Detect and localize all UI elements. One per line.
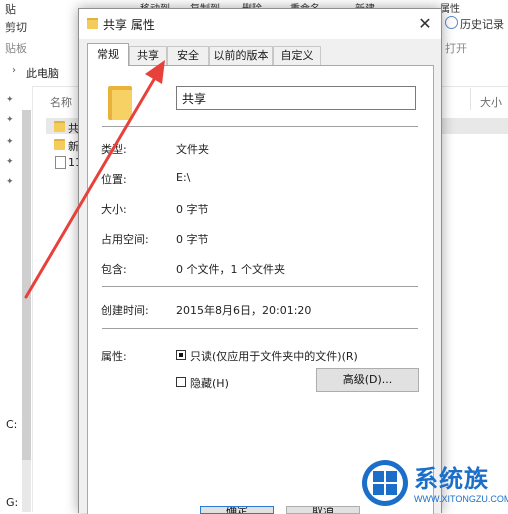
tab-general[interactable]: 常规 bbox=[87, 43, 129, 66]
windows-logo-icon bbox=[362, 460, 408, 506]
ok-button[interactable]: 确定 bbox=[200, 506, 274, 514]
hidden-label[interactable]: 隐藏(H) bbox=[190, 375, 229, 391]
chevron-right-icon: › bbox=[12, 65, 16, 76]
attributes-label: 属性: bbox=[101, 350, 127, 363]
divider bbox=[102, 286, 418, 287]
folder-icon bbox=[108, 86, 132, 120]
pin-icon: ✦ bbox=[6, 157, 14, 167]
tab-security[interactable]: 安全 bbox=[167, 46, 209, 65]
created-label: 创建时间: bbox=[101, 304, 149, 317]
site-watermark: 系统族 WWW.XITONGZU.COM bbox=[356, 454, 508, 512]
type-label: 类型: bbox=[101, 143, 127, 156]
ribbon-open-group: 打开 bbox=[445, 42, 467, 55]
size-on-disk-label: 占用空间: bbox=[101, 233, 149, 246]
folder-icon bbox=[54, 139, 65, 150]
pin-icon: ✦ bbox=[6, 95, 14, 105]
size-label: 大小: bbox=[101, 203, 127, 216]
nav-scrollbar-thumb[interactable] bbox=[22, 110, 31, 460]
watermark-url: WWW.XITONGZU.COM bbox=[414, 494, 508, 504]
advanced-button[interactable]: 高级(D)... bbox=[316, 368, 419, 392]
pin-icon: ✦ bbox=[6, 115, 14, 125]
size-value: 0 字节 bbox=[176, 203, 209, 216]
folder-name-input[interactable] bbox=[176, 86, 416, 110]
drive-c-label[interactable]: C: bbox=[6, 418, 17, 431]
location-label: 位置: bbox=[101, 173, 127, 186]
location-value: E:\ bbox=[176, 171, 191, 184]
created-value: 2015年8月6日，20:01:20 bbox=[176, 304, 312, 317]
ribbon-history[interactable]: 历史记录 bbox=[460, 16, 504, 32]
divider bbox=[102, 328, 418, 329]
close-icon[interactable]: ✕ bbox=[413, 12, 437, 36]
tab-strip: 常规 共享 安全 以前的版本 自定义 bbox=[87, 43, 435, 66]
contains-value: 0 个文件，1 个文件夹 bbox=[176, 263, 285, 276]
ribbon-clipboard-group: 贴板 bbox=[5, 42, 27, 55]
folder-icon bbox=[87, 18, 98, 29]
ribbon-cut[interactable]: 剪切 bbox=[5, 19, 27, 35]
history-icon bbox=[445, 16, 458, 29]
readonly-checkbox[interactable] bbox=[176, 350, 186, 360]
divider bbox=[102, 126, 418, 127]
tab-sharing[interactable]: 共享 bbox=[129, 46, 167, 65]
contains-label: 包含: bbox=[101, 263, 127, 276]
type-value: 文件夹 bbox=[176, 143, 209, 156]
ribbon-paste[interactable]: 贴 bbox=[5, 1, 16, 17]
size-on-disk-value: 0 字节 bbox=[176, 233, 209, 246]
readonly-label[interactable]: 只读(仅应用于文件夹中的文件)(R) bbox=[190, 348, 358, 364]
column-divider bbox=[470, 88, 471, 110]
cancel-button[interactable]: 取消 bbox=[286, 506, 360, 514]
pin-icon: ✦ bbox=[6, 177, 14, 187]
drive-g-label[interactable]: G: bbox=[6, 496, 18, 509]
address-path[interactable]: 此电脑 bbox=[26, 65, 59, 81]
tab-previous-versions[interactable]: 以前的版本 bbox=[209, 46, 273, 65]
column-size[interactable]: 大小 bbox=[480, 94, 502, 110]
ribbon-properties[interactable]: 属性 bbox=[440, 0, 460, 15]
column-name[interactable]: 名称 bbox=[50, 94, 72, 110]
pin-icon: ✦ bbox=[6, 137, 14, 147]
watermark-brand: 系统族 bbox=[414, 465, 489, 493]
dialog-titlebar[interactable]: 共享 属性 ✕ bbox=[79, 9, 441, 39]
dialog-title: 共享 属性 bbox=[103, 18, 155, 32]
tab-customize[interactable]: 自定义 bbox=[273, 46, 321, 65]
folder-icon bbox=[54, 121, 65, 132]
general-panel: 类型: 文件夹 位置: E:\ 大小: 0 字节 占用空间: 0 字节 包含: … bbox=[87, 65, 434, 514]
hidden-checkbox[interactable] bbox=[176, 377, 186, 387]
file-icon bbox=[55, 156, 66, 169]
properties-dialog: 共享 属性 ✕ 常规 共享 安全 以前的版本 自定义 类型: 文件夹 位置: E… bbox=[78, 8, 442, 514]
